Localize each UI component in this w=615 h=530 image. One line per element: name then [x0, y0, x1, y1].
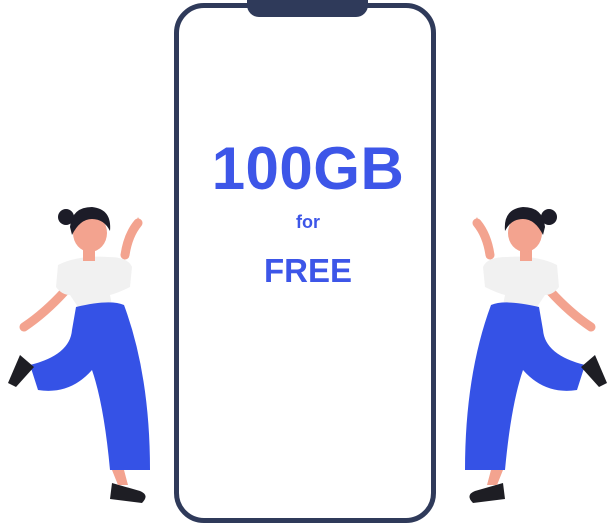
raised-arm	[472, 218, 495, 260]
woman-illustration-right	[465, 207, 607, 503]
ankle	[487, 470, 503, 485]
hair-bun	[58, 209, 74, 225]
hair-bun	[541, 209, 557, 225]
lower-arm	[545, 286, 596, 332]
data-amount: 100GB	[211, 135, 405, 202]
phone-notch	[247, 0, 368, 17]
pants	[30, 302, 150, 470]
ankle	[112, 470, 128, 485]
woman-figure	[8, 207, 150, 503]
left-shoe	[581, 355, 607, 387]
promo-illustration: 100GB for FREE	[0, 0, 615, 530]
pants	[465, 302, 585, 470]
shirt	[56, 256, 132, 309]
woman-figure-mirrored	[465, 207, 607, 503]
woman-illustration-left	[8, 207, 150, 503]
raised-arm	[120, 218, 143, 260]
free-label: FREE	[263, 252, 352, 289]
lower-arm	[19, 286, 70, 332]
right-shoe	[110, 483, 146, 503]
right-shoe	[469, 483, 505, 503]
for-label: for	[296, 212, 320, 232]
left-shoe	[8, 355, 34, 387]
shirt	[483, 256, 559, 309]
